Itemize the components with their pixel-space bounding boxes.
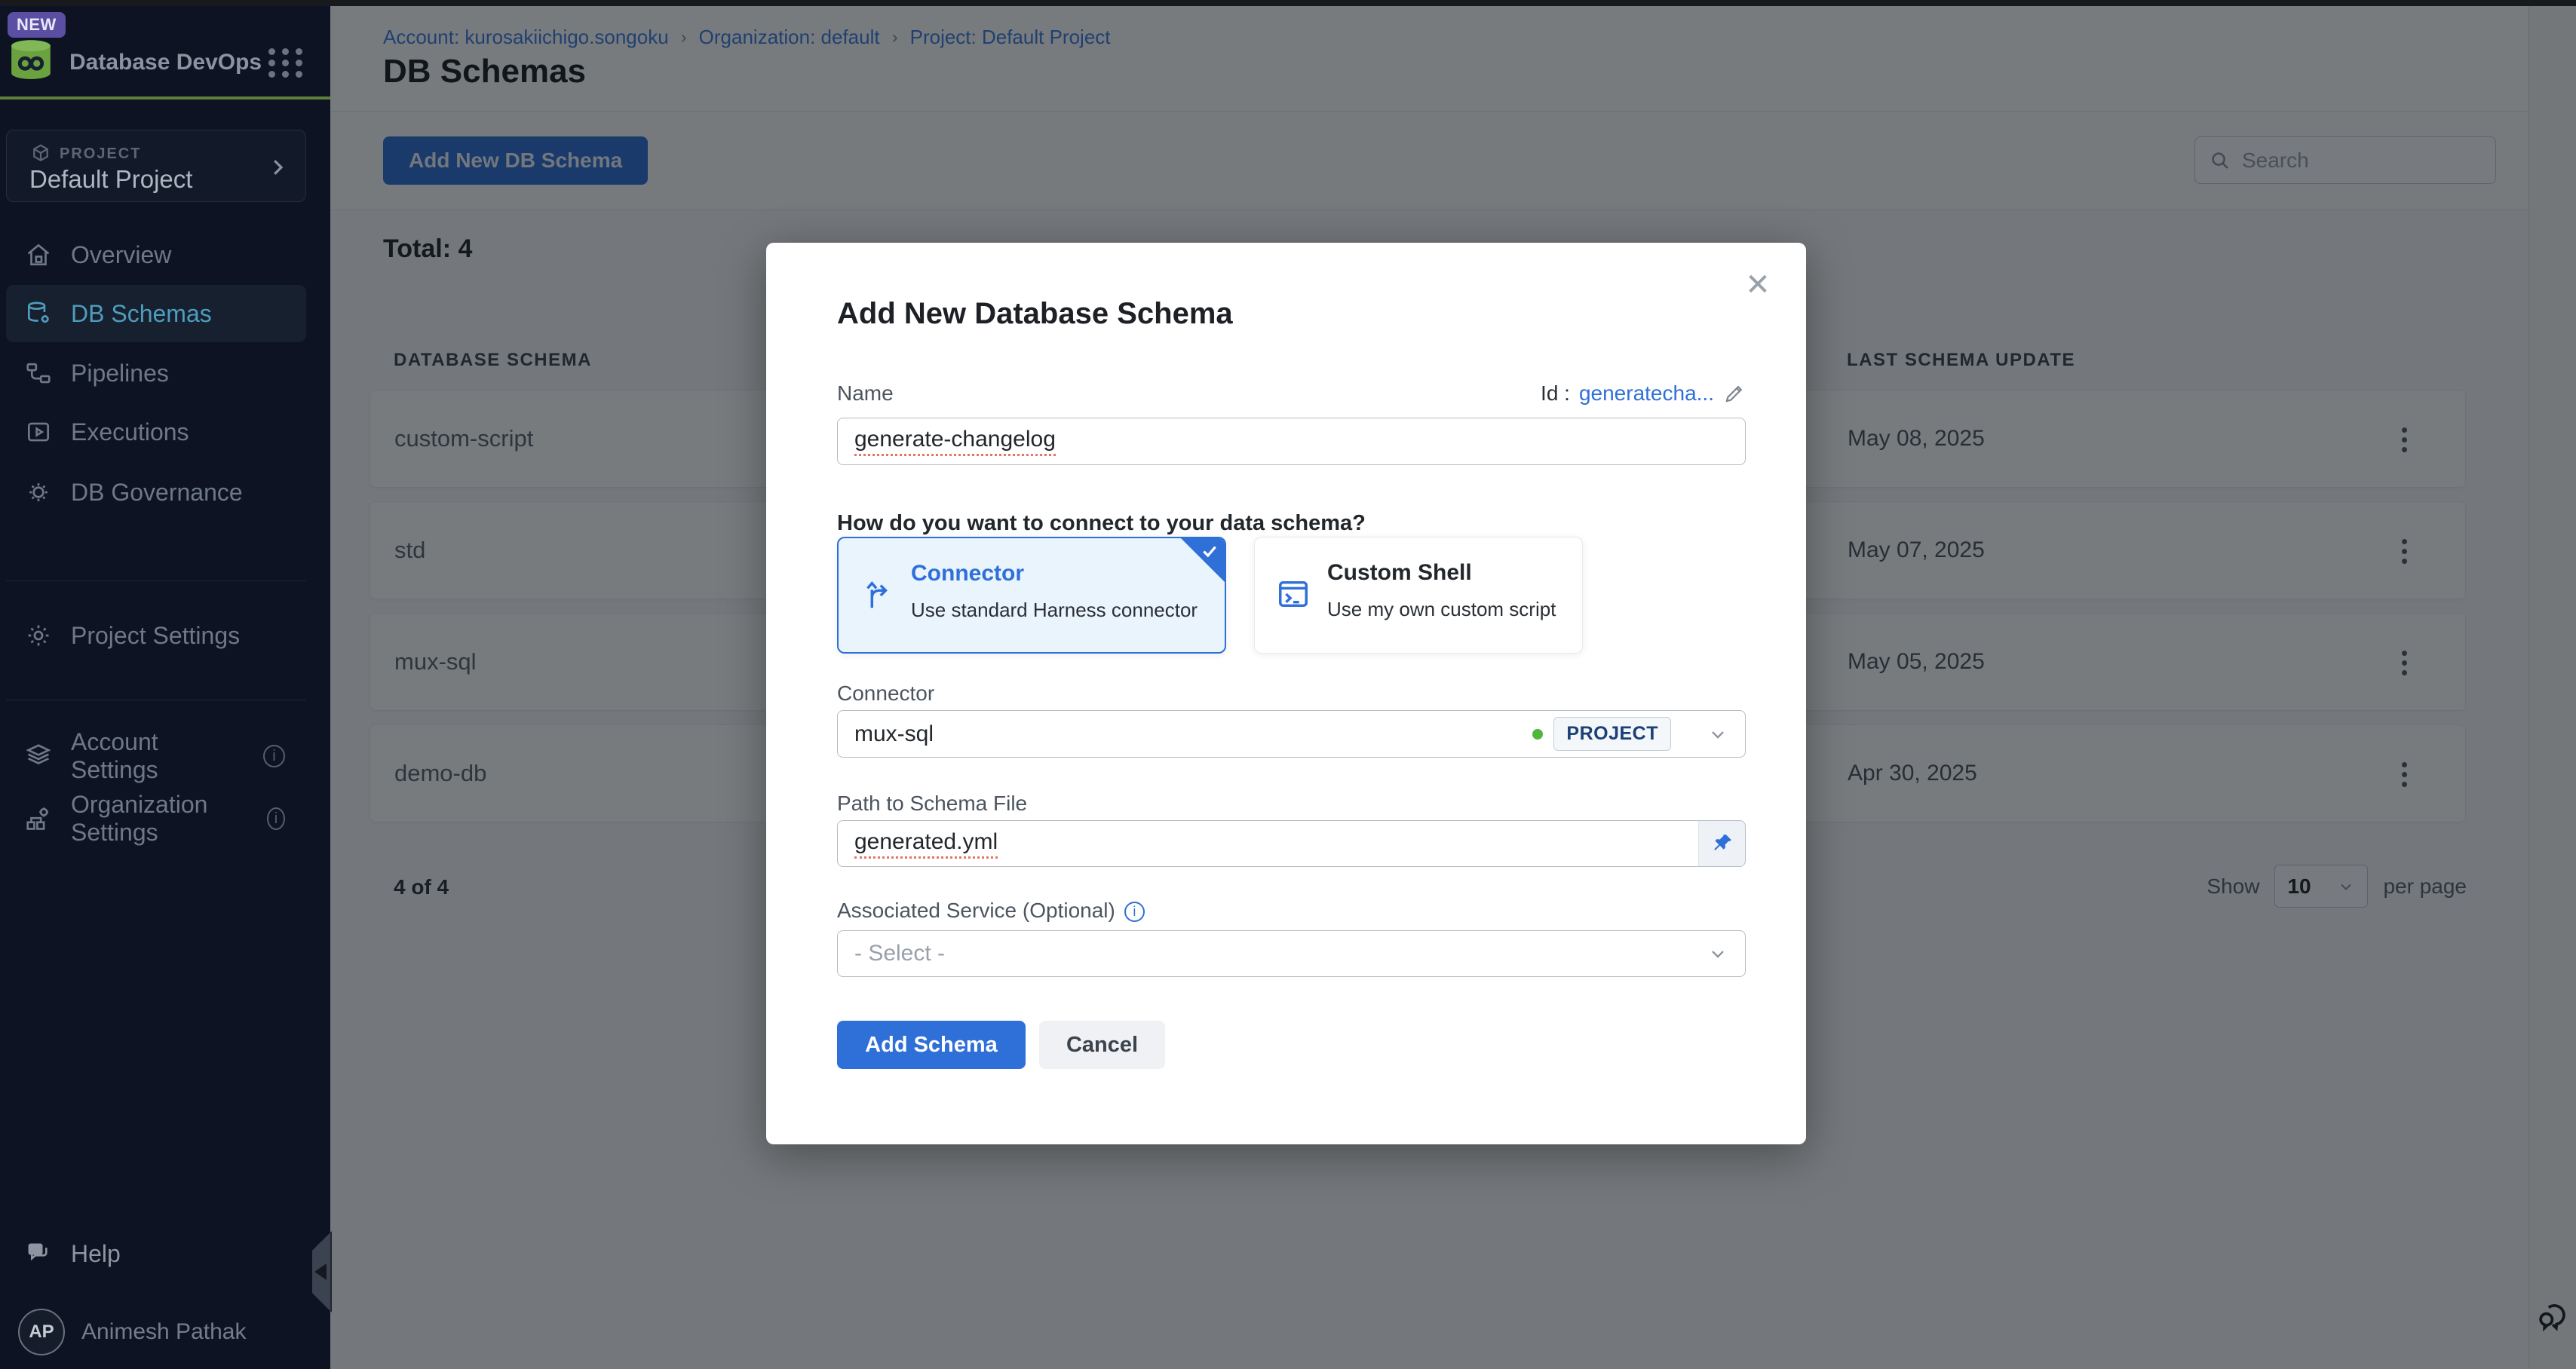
divider (6, 580, 306, 581)
sidebar-item-label: Project Settings (71, 622, 240, 650)
chevron-down-icon (1707, 943, 1728, 964)
path-input[interactable]: generated.yml (837, 820, 1746, 867)
option-description: Use standard Harness connector (911, 599, 1198, 622)
id-label: Id : (1541, 381, 1570, 406)
pin-icon (1710, 832, 1734, 856)
cube-icon (29, 142, 52, 165)
id-value[interactable]: generatecha... (1579, 381, 1714, 406)
app-title: Database DevOps (69, 50, 262, 75)
chevron-right-icon (266, 156, 289, 182)
option-title: Connector (911, 561, 1024, 586)
sidebar-item-label: Overview (71, 241, 171, 269)
option-card-connector[interactable]: Connector Use standard Harness connector (837, 537, 1226, 654)
name-value: generate-changelog (854, 427, 1056, 456)
connector-value: mux-sql (854, 721, 934, 747)
app-screen: NEW Database DevOps PROJECT Default Proj… (0, 0, 2576, 1369)
connect-question: How do you want to connect to your data … (837, 511, 1366, 536)
connectivity-status-dot (1532, 729, 1543, 740)
option-description: Use my own custom script (1327, 598, 1556, 621)
sidebar-item-label: DB Schemas (71, 300, 212, 328)
sidebar-item-label: Pipelines (71, 360, 169, 387)
connector-select[interactable]: mux-sql PROJECT (837, 710, 1746, 758)
sidebar-item-pipelines[interactable]: Pipelines (6, 345, 306, 402)
window-top-edge (0, 0, 2576, 6)
sidebar-item-label: Help (71, 1240, 121, 1268)
path-value: generated.yml (854, 829, 998, 859)
svg-text:?: ? (32, 1244, 38, 1254)
pipelines-icon (24, 359, 53, 387)
pin-button[interactable] (1698, 821, 1745, 866)
sidebar-item-label: Account Settings (71, 728, 245, 784)
service-placeholder: - Select - (854, 941, 945, 966)
service-select[interactable]: - Select - (837, 930, 1746, 977)
project-name: Default Project (29, 165, 192, 194)
cancel-button[interactable]: Cancel (1039, 1021, 1165, 1069)
sidebar-item-project-settings[interactable]: Project Settings (6, 607, 306, 664)
entity-id: Id : generatecha... (1541, 381, 1746, 406)
sidebar-item-account-settings[interactable]: Account Settings i (6, 727, 306, 785)
org-gear-icon (24, 804, 53, 833)
scope-badge: PROJECT (1553, 717, 1671, 751)
modal-title: Add New Database Schema (837, 297, 1233, 331)
add-schema-button[interactable]: Add Schema (837, 1021, 1026, 1069)
database-devops-logo-icon (8, 38, 54, 85)
db-schema-icon (24, 299, 53, 328)
edit-pencil-icon[interactable] (1723, 382, 1746, 405)
name-label: Name (837, 381, 894, 406)
collapse-arrow-icon (314, 1263, 327, 1280)
home-icon (24, 240, 53, 269)
sidebar-item-help[interactable]: ? Help (6, 1225, 306, 1282)
add-schema-modal: ✕ Add New Database Schema Name Id : gene… (766, 243, 1806, 1144)
sidebar-item-label: DB Governance (71, 479, 243, 507)
chevron-down-icon (1707, 724, 1728, 745)
sidebar-item-organization-settings[interactable]: Organization Settings i (6, 790, 306, 847)
name-input[interactable]: generate-changelog (837, 418, 1746, 465)
sidebar-item-db-schemas[interactable]: DB Schemas (6, 285, 306, 342)
info-icon[interactable]: i (267, 807, 285, 830)
user-menu[interactable]: AP Animesh Pathak (6, 1302, 306, 1362)
sidebar-item-label: Organization Settings (71, 791, 249, 847)
project-label: PROJECT (60, 145, 141, 163)
connector-label: Connector (837, 681, 934, 706)
path-label: Path to Schema File (837, 792, 1027, 816)
sidebar-item-db-governance[interactable]: DB Governance (6, 464, 306, 521)
gear-icon (24, 621, 53, 650)
brand-header: NEW Database DevOps (0, 6, 330, 100)
new-badge: NEW (8, 12, 66, 38)
sidebar-item-executions[interactable]: Executions (6, 403, 306, 461)
sidebar-item-overview[interactable]: Overview (6, 226, 306, 283)
info-icon[interactable]: i (263, 745, 285, 767)
option-title: Custom Shell (1327, 560, 1472, 586)
check-icon (1200, 541, 1219, 565)
executions-icon (24, 418, 53, 446)
sidebar: NEW Database DevOps PROJECT Default Proj… (0, 6, 330, 1369)
layers-gear-icon (24, 742, 53, 770)
avatar: AP (18, 1309, 65, 1355)
info-icon[interactable]: i (1124, 902, 1145, 922)
service-label: Associated Service (Optional)i (837, 899, 1145, 923)
option-card-custom-shell[interactable]: Custom Shell Use my own custom script (1254, 537, 1583, 654)
connector-arrows-icon (860, 577, 894, 616)
project-selector[interactable]: PROJECT Default Project (6, 130, 306, 202)
user-name: Animesh Pathak (81, 1319, 246, 1345)
close-icon[interactable]: ✕ (1743, 270, 1773, 300)
app-switcher-icon[interactable] (268, 48, 305, 78)
help-chat-icon: ? (24, 1239, 53, 1268)
governance-icon (24, 478, 53, 507)
terminal-icon (1276, 577, 1311, 615)
sidebar-item-label: Executions (71, 418, 189, 446)
